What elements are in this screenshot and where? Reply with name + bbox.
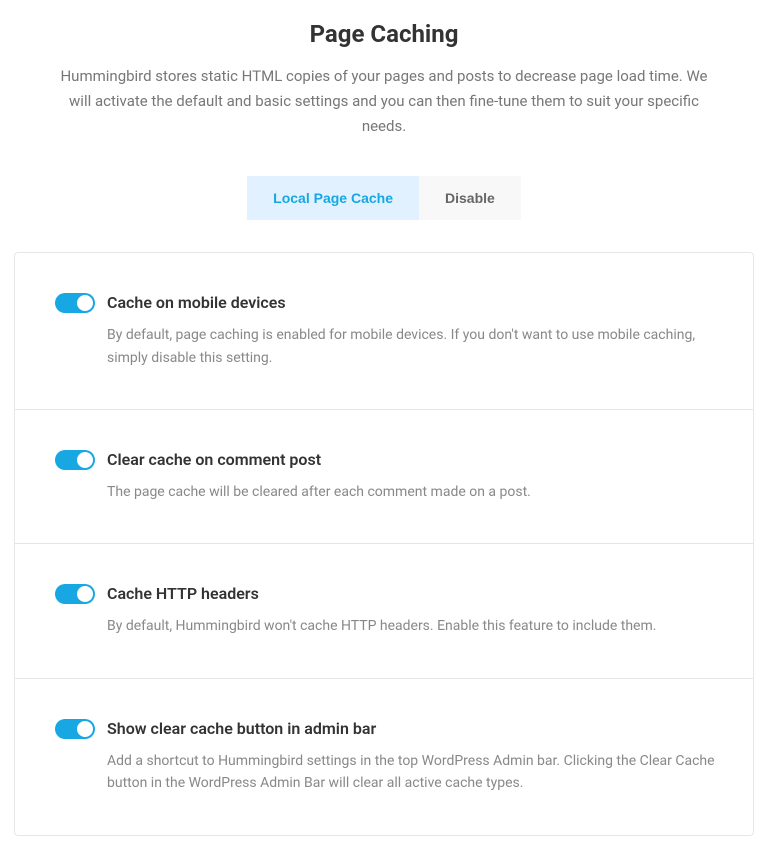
toggle-admin-bar-button[interactable] (55, 719, 95, 739)
setting-title: Cache on mobile devices (107, 293, 723, 312)
setting-description: Add a shortcut to Hummingbird settings i… (107, 750, 723, 795)
page-description: Hummingbird stores static HTML copies of… (34, 64, 734, 138)
setting-title: Cache HTTP headers (107, 584, 723, 603)
setting-admin-bar-button: Show clear cache button in admin bar Add… (15, 679, 753, 835)
setting-title: Show clear cache button in admin bar (107, 719, 723, 738)
toggle-clear-comment[interactable] (55, 450, 95, 470)
toggle-cache-mobile[interactable] (55, 293, 95, 313)
setting-description: By default, page caching is enabled for … (107, 324, 723, 369)
tab-disable[interactable]: Disable (419, 176, 521, 220)
page-title: Page Caching (14, 20, 754, 48)
toggle-cache-http-headers[interactable] (55, 584, 95, 604)
tab-local-page-cache[interactable]: Local Page Cache (247, 176, 419, 220)
setting-description: By default, Hummingbird won't cache HTTP… (107, 615, 723, 637)
cache-mode-tabs: Local Page Cache Disable (14, 176, 754, 220)
setting-clear-comment: Clear cache on comment post The page cac… (15, 410, 753, 544)
settings-panel: Cache on mobile devices By default, page… (14, 252, 754, 835)
setting-title: Clear cache on comment post (107, 450, 723, 469)
setting-cache-http-headers: Cache HTTP headers By default, Hummingbi… (15, 544, 753, 678)
setting-description: The page cache will be cleared after eac… (107, 481, 723, 503)
setting-cache-mobile: Cache on mobile devices By default, page… (15, 253, 753, 410)
